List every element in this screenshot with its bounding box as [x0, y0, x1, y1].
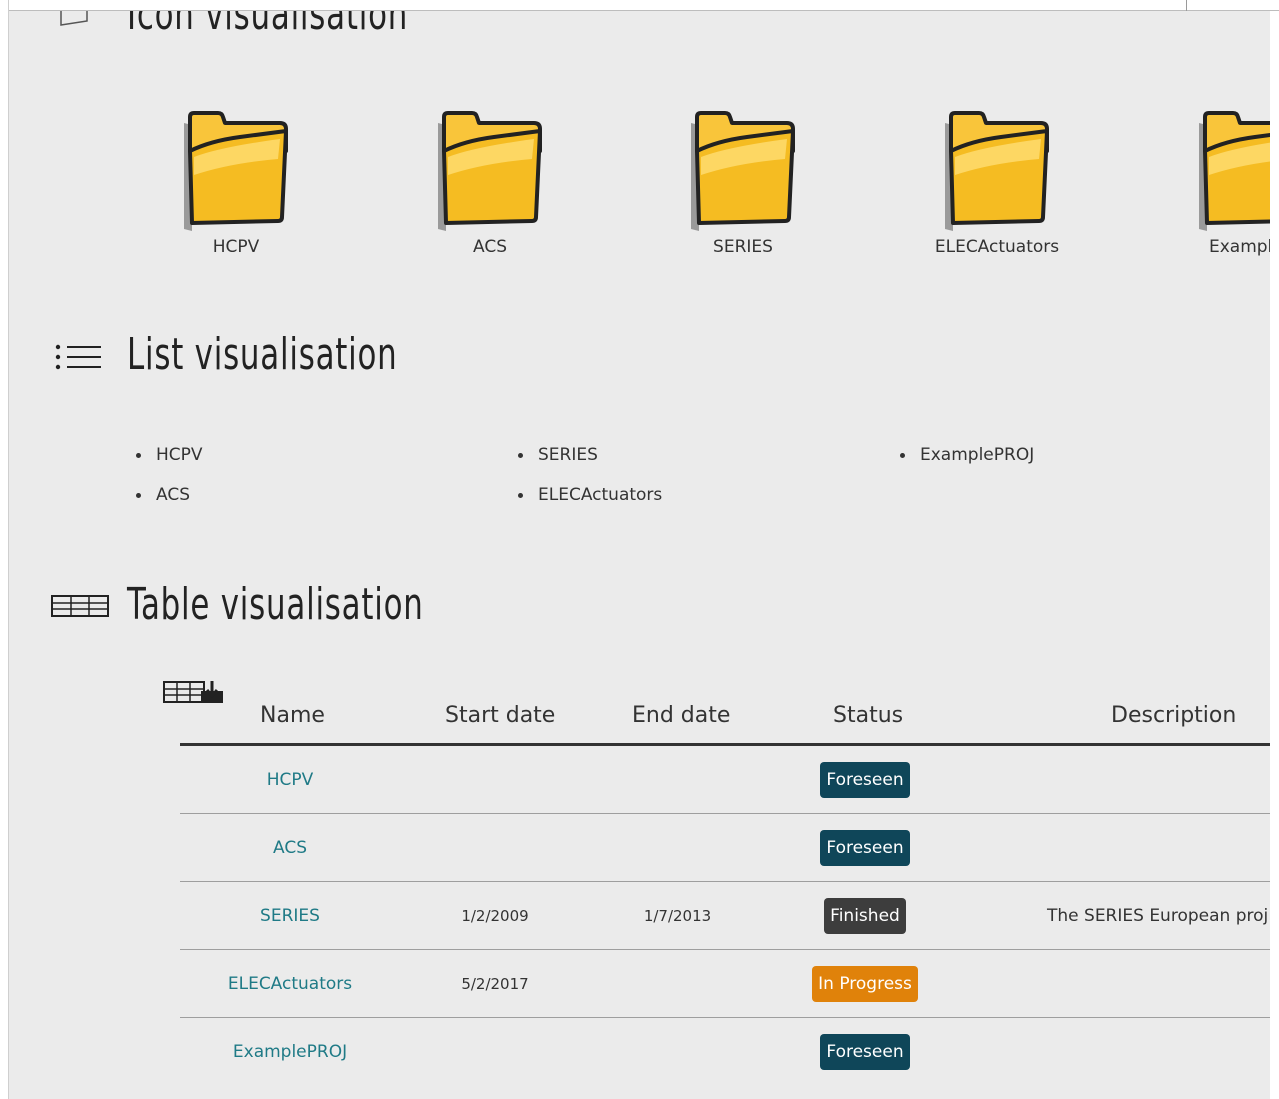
description-cell: The SERIES European proj	[1047, 905, 1269, 926]
folder-item[interactable]: SERIES	[658, 111, 828, 257]
table-row: ExamplePROJ Foreseen	[180, 1018, 1270, 1085]
status-cell: In Progress	[765, 950, 965, 1017]
table-row: SERIES 1/2/2009 1/7/2013 Finished The SERIES…	[180, 882, 1270, 950]
list-item[interactable]: ExamplePROJ	[896, 443, 1034, 483]
project-name-link[interactable]: ACS	[180, 814, 400, 881]
start-date-cell: 5/2/2017	[461, 974, 529, 993]
folder-icon	[184, 111, 288, 231]
col-header-description[interactable]: Description	[1111, 703, 1236, 728]
image-icon	[60, 11, 88, 26]
table-body: HCPV Foreseen ACS Foreseen SERIES 1/2/2009 1/7…	[180, 746, 1270, 1085]
list-item[interactable]: HCPV	[132, 443, 203, 483]
status-badge: Foreseen	[820, 1033, 910, 1070]
end-date-cell	[590, 950, 765, 1017]
list-visualisation-heading: List visualisation	[127, 329, 398, 380]
folder-item[interactable]: HCPV	[151, 111, 321, 257]
list-item[interactable]: SERIES	[514, 443, 662, 483]
status-cell: Foreseen	[765, 1018, 965, 1085]
status-cell: Finished	[765, 882, 965, 949]
folder-item[interactable]: ACS	[405, 111, 575, 257]
status-badge: Foreseen	[820, 761, 910, 798]
description-cell	[965, 1018, 1270, 1085]
content-panel: Icon visualisation HCPV ACS SERIES ELECActu…	[9, 11, 1270, 1099]
col-header-start-date[interactable]: Start date	[445, 703, 555, 728]
table-visualisation-heading: Table visualisation	[127, 579, 424, 630]
project-name-link[interactable]: ExamplePROJ	[180, 1018, 400, 1085]
status-badge: Foreseen	[820, 829, 910, 866]
col-header-name[interactable]: Name	[260, 703, 325, 728]
project-list-col-3: ExamplePROJ	[896, 443, 1034, 483]
start-date-cell: 1/2/2009	[461, 906, 529, 925]
folder-icon	[438, 111, 542, 231]
folder-icon	[691, 111, 795, 231]
end-date-cell	[590, 814, 765, 881]
start-date-cell	[400, 814, 590, 881]
list-item[interactable]: ACS	[132, 483, 203, 523]
end-date-cell: 1/7/2013	[643, 906, 712, 925]
projects-table: Name Start date End date Status Descript…	[180, 691, 1270, 1085]
list-item[interactable]: ELECActuators	[514, 483, 662, 523]
description-cell	[965, 950, 1270, 1017]
table-row: HCPV Foreseen	[180, 746, 1270, 814]
status-cell: Foreseen	[765, 814, 965, 881]
status-badge: Finished	[824, 897, 906, 934]
folder-icon	[945, 111, 1049, 231]
project-name-link[interactable]: ELECActuators	[180, 950, 400, 1017]
project-list-col-2: SERIES ELECActuators	[514, 443, 662, 523]
status-badge: In Progress	[812, 965, 918, 1002]
status-cell: Foreseen	[765, 746, 965, 813]
description-cell	[965, 814, 1270, 881]
start-date-cell	[400, 746, 590, 813]
folder-label: SERIES	[713, 237, 773, 257]
icon-visualisation-heading: Icon visualisation	[127, 11, 409, 40]
project-list-col-1: HCPV ACS	[132, 443, 203, 523]
col-header-status[interactable]: Status	[833, 703, 903, 728]
table-row: ACS Foreseen	[180, 814, 1270, 882]
left-gutter	[0, 0, 9, 1099]
project-name-link[interactable]: SERIES	[180, 882, 400, 949]
list-icon	[55, 344, 101, 370]
end-date-cell	[590, 746, 765, 813]
folder-label: HCPV	[212, 237, 260, 257]
start-date-cell	[400, 1018, 590, 1085]
right-strip	[1270, 11, 1279, 1099]
folder-label: ACS	[473, 237, 507, 257]
top-divider	[1186, 0, 1187, 11]
table-icon	[51, 595, 109, 617]
folder-icon	[1199, 111, 1270, 231]
folder-label: ELECActuators	[934, 237, 1060, 257]
table-row: ELECActuators 5/2/2017 In Progress	[180, 950, 1270, 1018]
table-header: Name Start date End date Status Descript…	[180, 691, 1270, 746]
col-header-end-date[interactable]: End date	[632, 703, 730, 728]
description-cell	[965, 746, 1270, 813]
folder-item[interactable]: ExampleP	[1166, 111, 1270, 257]
end-date-cell	[590, 1018, 765, 1085]
project-name-link[interactable]: HCPV	[180, 746, 400, 813]
folder-label: ExampleP	[1208, 237, 1270, 257]
folder-item[interactable]: ELECActuators	[912, 111, 1082, 257]
